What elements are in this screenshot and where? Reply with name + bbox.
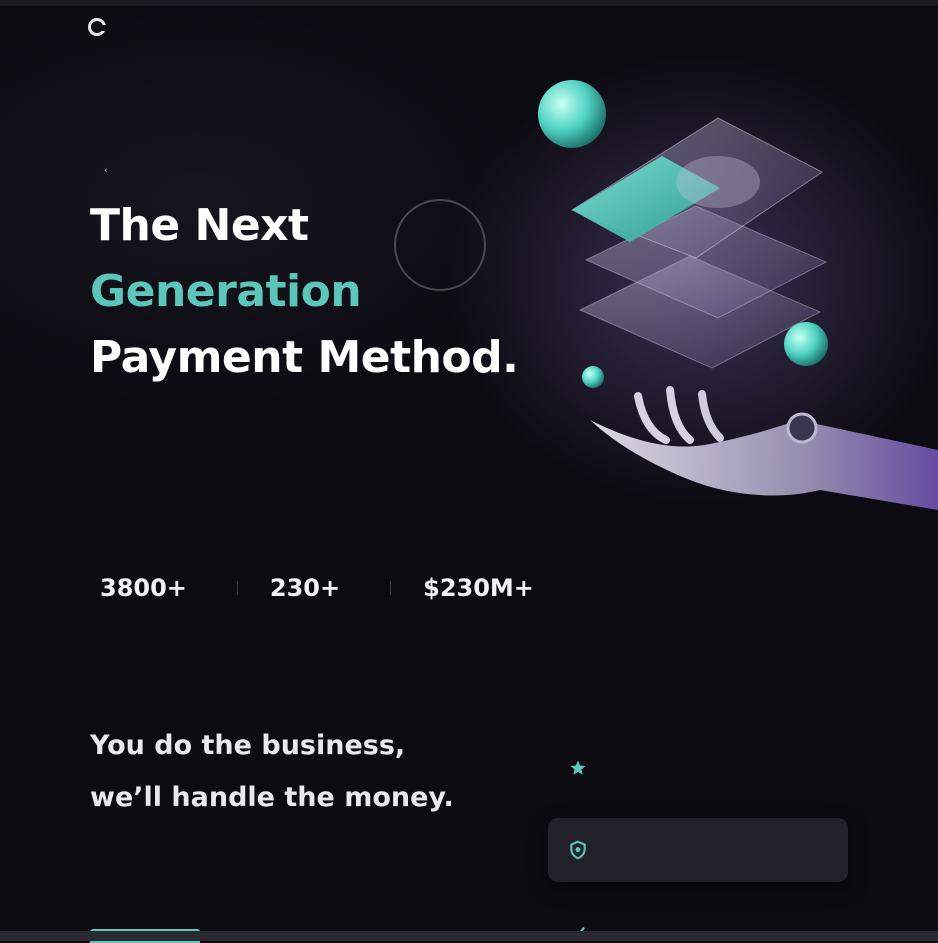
hero-title-line-1: The Next — [90, 200, 309, 251]
stats-bar: 3800+ 230+ $230M+ — [100, 570, 860, 606]
orb-large — [538, 80, 606, 148]
stat-item-companies: 230+ — [270, 574, 358, 602]
stat-item-transactions: $230M+ — [423, 574, 552, 602]
logo-icon — [88, 18, 107, 36]
orb-small — [582, 366, 604, 388]
robot-finger-3 — [698, 390, 724, 442]
feature-item-rewards[interactable] — [548, 736, 848, 800]
robot-wrist-joint — [786, 412, 818, 444]
arrow-icon: ‹ — [104, 166, 108, 176]
stat-value: 3800+ — [100, 574, 187, 602]
section-title-line-2: we’ll handle the money. — [90, 782, 454, 813]
card-chip-emblem — [676, 156, 760, 208]
brand-logo[interactable] — [88, 18, 112, 36]
robot-finger-2 — [666, 386, 694, 444]
browser-top-edge — [0, 0, 938, 6]
section-title-line-1: You do the business, — [90, 730, 406, 761]
hero-eyebrow: ‹ — [104, 166, 118, 176]
stat-item-users: 3800+ — [100, 574, 205, 602]
robot-hand-cards-illustration — [538, 80, 938, 510]
hero-circle-badge[interactable] — [394, 199, 486, 291]
star-icon — [568, 758, 588, 778]
robot-finger-1 — [634, 392, 670, 444]
browser-bottom-edge — [0, 931, 938, 941]
stat-value: 230+ — [269, 574, 341, 602]
stat-divider — [390, 581, 392, 595]
orb-medium — [784, 322, 828, 366]
shield-icon — [568, 840, 588, 860]
feature-item-secure[interactable] — [548, 818, 848, 882]
hero-illustration — [520, 60, 938, 530]
hero-title-line-2: Generation — [90, 266, 362, 317]
hero-title-line-3: Payment Method. — [90, 332, 519, 383]
stat-divider — [236, 581, 238, 595]
robot-hand — [590, 420, 938, 510]
stat-value: $230M+ — [423, 574, 534, 602]
